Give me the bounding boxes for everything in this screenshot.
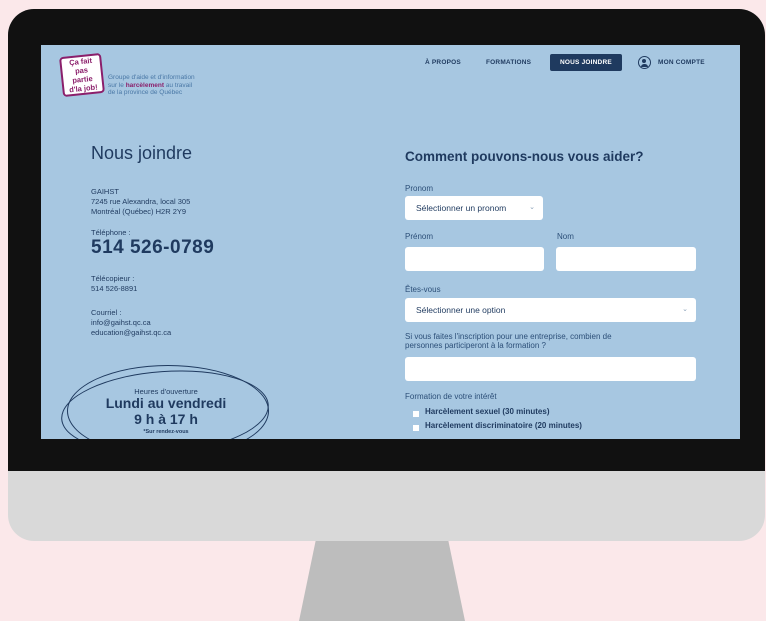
site-logo[interactable]: Ça fait pas partie d'la job! — [59, 52, 105, 98]
email-info[interactable]: info@gaihst.qc.ca — [91, 318, 151, 328]
hours-days: Lundi au vendredi — [105, 395, 227, 411]
monitor-stand — [299, 541, 465, 621]
hours-time: 9 h à 17 h — [134, 411, 198, 427]
phone-number[interactable]: 514 526-0789 — [91, 237, 214, 259]
option-harcelement-sexuel[interactable]: Harcèlement sexuel (30 minutes) — [425, 407, 550, 416]
chevron-down-icon: ⌄ — [529, 204, 535, 211]
checkbox-harcelement-discriminatoire[interactable] — [413, 425, 419, 431]
contact-title: Nous joindre — [91, 143, 193, 163]
tagline-line-1: Groupe d'aide et d'information — [108, 74, 195, 81]
nom-label: Nom — [557, 232, 574, 241]
pronom-select-value: Sélectionner un pronom — [416, 203, 507, 213]
pronom-select[interactable]: Sélectionner un pronom ⌄ — [405, 196, 543, 220]
prenom-input[interactable] — [405, 247, 544, 271]
address-line-1: 7245 rue Alexandra, local 305 — [91, 197, 191, 206]
etes-vous-label: Êtes-vous — [405, 285, 441, 294]
participants-input[interactable] — [405, 357, 696, 381]
etes-vous-select[interactable]: Sélectionner une option ⌄ — [405, 298, 696, 322]
monitor-bezel: Ça fait pas partie d'la job! Groupe d'ai… — [8, 9, 765, 471]
prenom-label: Prénom — [405, 232, 434, 241]
nav-nous-joindre[interactable]: NOUS JOINDRE — [550, 54, 622, 71]
formation-label: Formation de votre intérêt — [405, 392, 497, 401]
org-name: GAIHST — [91, 187, 119, 196]
fax-number: 514 526-8891 — [91, 284, 138, 293]
nom-input[interactable] — [556, 247, 696, 271]
checkbox-harcelement-sexuel[interactable] — [413, 411, 419, 417]
option-harcelement-discriminatoire[interactable]: Harcèlement discriminatoire (20 minutes) — [425, 421, 582, 430]
nav-a-propos[interactable]: À PROPOS — [425, 59, 461, 66]
tagline-highlight: harcèlement — [125, 81, 164, 89]
hours-note: *Sur rendez-vous — [143, 429, 189, 435]
tagline-text: sur le — [108, 81, 126, 89]
chevron-down-icon: ⌄ — [682, 306, 688, 313]
monitor-frame: Ça fait pas partie d'la job! Groupe d'ai… — [8, 9, 765, 541]
email-education[interactable]: education@gaihst.qc.ca — [91, 328, 171, 338]
form-title: Comment pouvons-nous vous aider? — [405, 149, 644, 164]
etes-vous-select-value: Sélectionner une option — [416, 305, 506, 315]
pronom-label: Pronom — [405, 184, 434, 193]
tagline-line-3: de la province de Québec — [108, 89, 183, 96]
site-tagline: Groupe d'aide et d'information sur le ha… — [108, 74, 238, 97]
entreprise-label-line-1: Si vous faites l'inscription pour une en… — [405, 332, 612, 341]
website-screen: Ça fait pas partie d'la job! Groupe d'ai… — [41, 45, 740, 439]
email-label: Courriel : — [91, 308, 122, 317]
address-line-2: Montréal (Québec) H2R 2Y9 — [91, 207, 187, 216]
user-circle-icon[interactable] — [638, 56, 651, 69]
fax-label: Télécopieur : — [91, 274, 135, 283]
tagline-text: au travail — [164, 81, 193, 89]
nav-mon-compte[interactable]: MON COMPTE — [658, 59, 705, 66]
entreprise-label: Si vous faites l'inscription pour une en… — [405, 332, 612, 350]
nav-formations[interactable]: FORMATIONS — [486, 59, 531, 66]
entreprise-label-line-2: personnes participeront à la formation ? — [405, 341, 546, 350]
tagline-line-2: sur le harcèlement au travail — [108, 82, 238, 90]
